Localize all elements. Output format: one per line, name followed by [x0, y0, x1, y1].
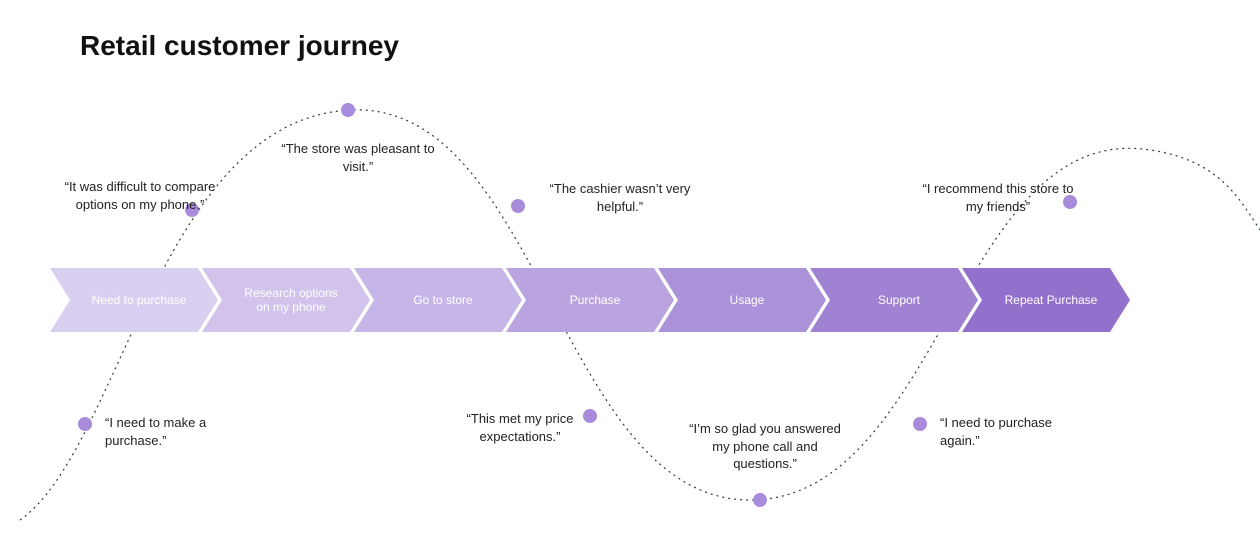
journey-stage-label: Research options on my phone [236, 286, 346, 315]
journey-stage: Research options on my phone [202, 268, 370, 332]
quote-purchase-again: “I need to purchase again.” [940, 414, 1080, 449]
journey-dot [511, 199, 525, 213]
journey-stage-label: Go to store [413, 293, 472, 307]
quote-recommend: “I recommend this store to my friends” [918, 180, 1078, 215]
journey-stages-row: Need to purchase Research options on my … [50, 268, 1130, 332]
journey-stage-label: Need to purchase [92, 293, 187, 307]
journey-stage-label: Purchase [570, 293, 621, 307]
journey-diagram: “It was difficult to compare options on … [0, 0, 1260, 550]
quote-cashier: “The cashier wasn’t very helpful.” [540, 180, 700, 215]
journey-stage-label: Repeat Purchase [1005, 293, 1098, 307]
journey-dot [913, 417, 927, 431]
journey-stage: Usage [658, 268, 826, 332]
journey-stage: Need to purchase [50, 268, 218, 332]
journey-dot [753, 493, 767, 507]
journey-stage-label: Support [878, 293, 920, 307]
journey-stage: Purchase [506, 268, 674, 332]
journey-stage: Go to store [354, 268, 522, 332]
quote-compare: “It was difficult to compare options on … [60, 178, 220, 213]
quote-need-purchase: “I need to make a purchase.” [105, 414, 245, 449]
quote-store-pleasant: “The store was pleasant to visit.” [278, 140, 438, 175]
journey-dot [341, 103, 355, 117]
journey-dot [78, 417, 92, 431]
quote-price: “This met my price expectations.” [440, 410, 600, 445]
journey-stage: Support [810, 268, 978, 332]
journey-stage: Repeat Purchase [962, 268, 1130, 332]
quote-glad-phone: “I’m so glad you answered my phone call … [680, 420, 850, 473]
journey-stage-label: Usage [730, 293, 765, 307]
